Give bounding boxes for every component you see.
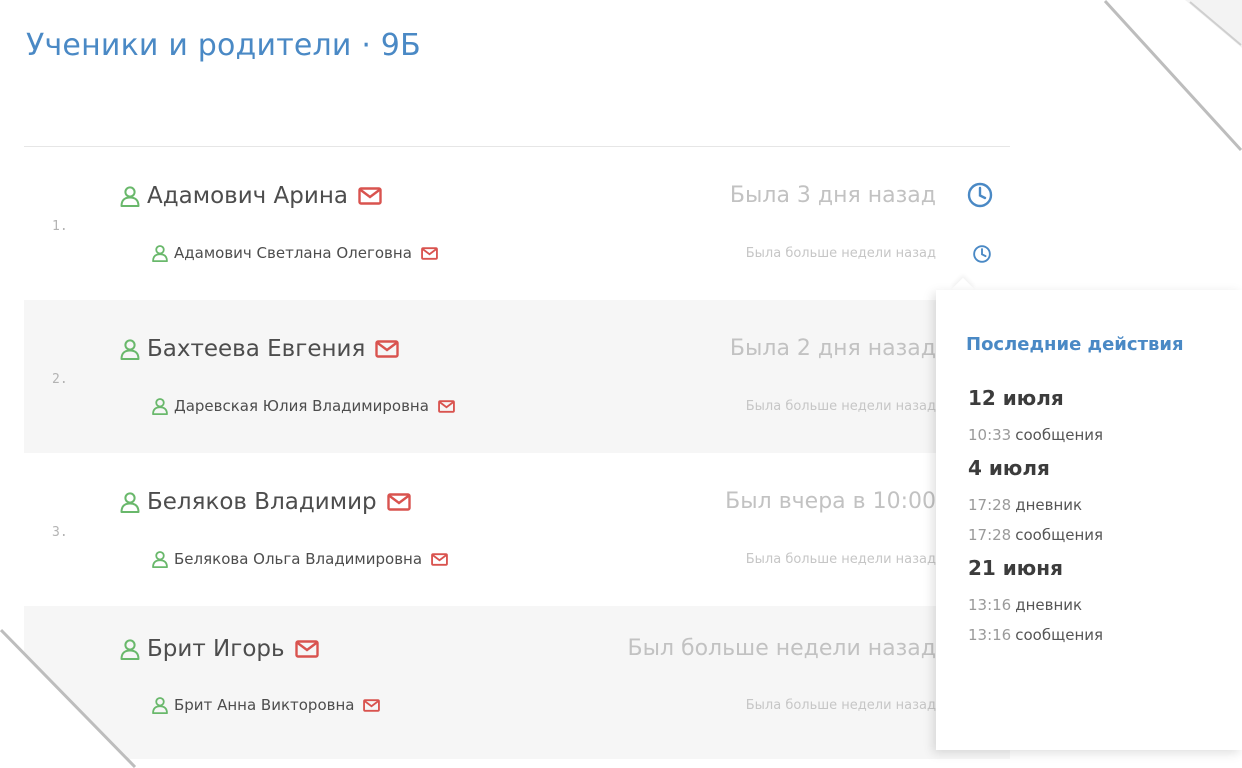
activity-label: дневник bbox=[1015, 496, 1083, 514]
row-number: 1. bbox=[52, 219, 68, 234]
student-entry: Брит Игорь bbox=[119, 636, 319, 662]
person-icon bbox=[151, 696, 169, 714]
parent-entry: Адамович Светлана Олеговна bbox=[151, 244, 438, 262]
mail-icon[interactable] bbox=[294, 640, 319, 658]
activity-group: 4 июля 17:28 дневник 17:28 сообщения bbox=[968, 456, 1103, 544]
person-icon bbox=[119, 338, 141, 360]
mail-icon[interactable] bbox=[438, 399, 455, 413]
student-name-link[interactable]: Адамович Арина bbox=[147, 183, 348, 209]
row-number: 2. bbox=[52, 372, 68, 387]
student-row: Брит Игорь Был больше недели назад Брит … bbox=[24, 606, 1010, 759]
person-icon bbox=[119, 185, 141, 207]
student-entry: Беляков Владимир bbox=[119, 489, 411, 515]
parent-entry: Брит Анна Викторовна bbox=[151, 696, 381, 714]
students-card: Ученики и родители · 9Б 1. Адамович Арин… bbox=[0, 0, 1242, 768]
last-actions-popover: Последние действия 12 июля 10:33 сообщени… bbox=[936, 290, 1242, 750]
popover-body: 12 июля 10:33 сообщения 4 июля 17:28 дневн… bbox=[968, 386, 1103, 656]
activity-group: 21 июня 13:16 дневник 13:16 сообщения bbox=[968, 556, 1103, 644]
paper-corner-fragment bbox=[1185, 0, 1242, 48]
activity-time: 17:28 bbox=[968, 526, 1012, 544]
student-row: 2. Бахтеева Евгения Была 2 дня назад Дар… bbox=[24, 300, 1010, 453]
person-icon bbox=[151, 397, 169, 415]
activity-date: 4 июля bbox=[968, 456, 1050, 480]
activity-item: 10:33 сообщения bbox=[968, 426, 1103, 444]
clock-icon[interactable] bbox=[972, 244, 992, 264]
parent-name-link[interactable]: Брит Анна Викторовна bbox=[174, 696, 354, 714]
parent-status: Была больше недели назад bbox=[745, 552, 936, 567]
student-row: 1. Адамович Арина Была 3 дня назад Адамо… bbox=[24, 147, 1010, 300]
activity-time: 17:28 bbox=[968, 496, 1012, 514]
student-name-link[interactable]: Брит Игорь bbox=[147, 636, 285, 662]
person-icon bbox=[151, 550, 169, 568]
student-entry: Адамович Арина bbox=[119, 183, 382, 209]
activity-group: 12 июля 10:33 сообщения bbox=[968, 386, 1103, 444]
activity-item: 17:28 сообщения bbox=[968, 526, 1103, 544]
mail-icon[interactable] bbox=[421, 246, 438, 260]
mail-icon[interactable] bbox=[363, 698, 381, 712]
parent-status: Была больше недели назад bbox=[745, 698, 936, 713]
activity-time: 13:16 bbox=[968, 626, 1012, 644]
activity-item: 13:16 дневник bbox=[968, 596, 1103, 614]
parent-entry: Даревская Юлия Владимировна bbox=[151, 397, 455, 415]
clock-icon[interactable] bbox=[966, 181, 994, 209]
row-number: 3. bbox=[52, 525, 68, 540]
student-entry: Бахтеева Евгения bbox=[119, 336, 399, 362]
person-icon bbox=[151, 244, 169, 262]
parent-name-link[interactable]: Адамович Светлана Олеговна bbox=[174, 244, 412, 262]
activity-label: сообщения bbox=[1015, 426, 1104, 444]
student-name-link[interactable]: Бахтеева Евгения bbox=[147, 336, 365, 362]
mail-icon[interactable] bbox=[358, 187, 382, 205]
parent-name-link[interactable]: Даревская Юлия Владимировна bbox=[174, 397, 429, 415]
activity-label: сообщения bbox=[1015, 526, 1104, 544]
activity-date: 21 июня bbox=[968, 556, 1063, 580]
mail-icon[interactable] bbox=[431, 552, 448, 566]
student-status: Была 2 дня назад bbox=[729, 336, 936, 361]
activity-item: 17:28 дневник bbox=[968, 496, 1103, 514]
parent-status: Была больше недели назад bbox=[745, 246, 936, 261]
mail-icon[interactable] bbox=[386, 493, 411, 511]
student-name-link[interactable]: Беляков Владимир bbox=[147, 489, 377, 515]
student-row: 3. Беляков Владимир Был вчера в 10:00 Бе… bbox=[24, 453, 1010, 606]
students-list: 1. Адамович Арина Была 3 дня назад Адамо… bbox=[24, 146, 1010, 759]
person-icon bbox=[119, 491, 141, 513]
activity-time: 13:16 bbox=[968, 596, 1012, 614]
student-status: Был больше недели назад bbox=[627, 636, 936, 661]
activity-date: 12 июля bbox=[968, 386, 1064, 410]
student-status: Был вчера в 10:00 bbox=[725, 489, 936, 514]
activity-label: дневник bbox=[1015, 596, 1083, 614]
person-icon bbox=[119, 638, 141, 660]
page-title: Ученики и родители · 9Б bbox=[26, 28, 421, 63]
student-status: Была 3 дня назад bbox=[729, 183, 936, 208]
activity-time: 10:33 bbox=[968, 426, 1012, 444]
parent-entry: Белякова Ольга Владимировна bbox=[151, 550, 448, 568]
popover-title: Последние действия bbox=[966, 334, 1184, 355]
activity-item: 13:16 сообщения bbox=[968, 626, 1103, 644]
parent-status: Была больше недели назад bbox=[745, 399, 936, 414]
activity-label: сообщения bbox=[1015, 626, 1104, 644]
parent-name-link[interactable]: Белякова Ольга Владимировна bbox=[174, 550, 422, 568]
mail-icon[interactable] bbox=[375, 340, 399, 358]
